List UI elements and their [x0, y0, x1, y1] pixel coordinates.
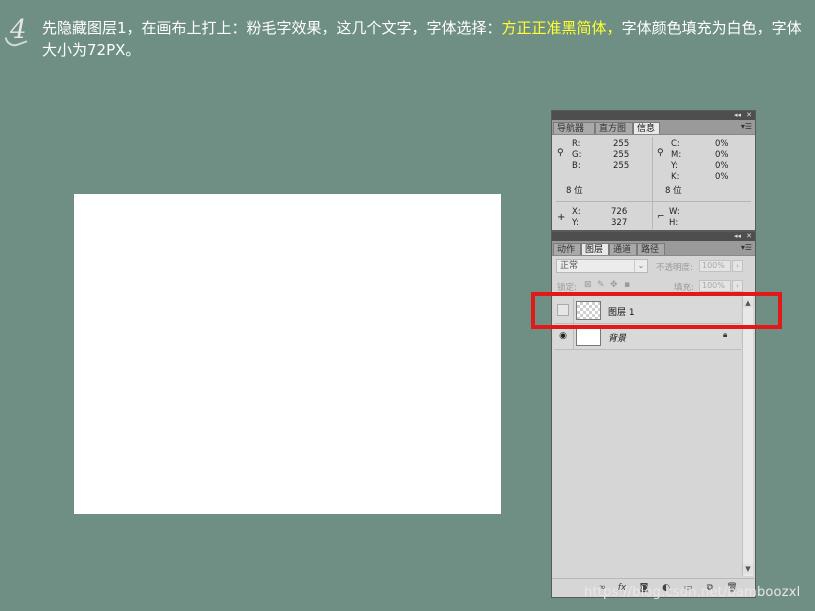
watermark: https://blog.csdn.net/bamboozxl: [584, 585, 801, 600]
selection-icon: ⌐: [657, 212, 665, 222]
panel-menu-icon[interactable]: ▾☰: [741, 122, 752, 131]
tab-paths[interactable]: 路径: [637, 243, 665, 255]
opacity-arrow-icon[interactable]: ›: [732, 260, 743, 272]
tab-channels[interactable]: 通道: [609, 243, 637, 255]
m-value: 0%: [715, 150, 729, 160]
layer-thumbnail: [576, 327, 601, 346]
bit-depth-left: 8 位: [566, 186, 583, 196]
lock-all-icon[interactable]: ▪: [624, 280, 630, 290]
close-icon[interactable]: ✕: [746, 111, 752, 120]
m-label: M:: [671, 150, 682, 160]
fill-field[interactable]: 100%: [699, 280, 731, 292]
lock-brush-icon[interactable]: ✎: [597, 280, 605, 290]
instruction-part1: 先隐藏图层1，在画布上打上：粉毛字效果，这几个文字，字体选择：: [42, 19, 502, 37]
tab-navigator[interactable]: 导航器: [553, 122, 595, 134]
opacity-field[interactable]: 100%: [699, 260, 731, 272]
eyedropper-icon: ⚲: [657, 148, 664, 158]
info-panel-tabs: 导航器 直方图 信息 ▾☰: [552, 120, 755, 135]
fill-value: 100%: [702, 281, 725, 290]
info-divider: [652, 137, 653, 205]
g-value: 255: [613, 150, 630, 160]
tab-histogram[interactable]: 直方图: [595, 122, 633, 134]
tab-layers[interactable]: 图层: [581, 243, 609, 255]
y-label: Y:: [671, 161, 678, 171]
info-separator: [556, 201, 751, 202]
k-label: K:: [671, 172, 680, 182]
chevron-down-icon: ⌄: [634, 260, 647, 272]
lock-icon: 🔒︎: [723, 330, 728, 339]
panel-menu-icon[interactable]: ▾☰: [741, 243, 752, 252]
eye-icon[interactable]: ◉: [557, 330, 569, 342]
info-panel: ◂◂ ✕ 导航器 直方图 信息 ▾☰ ⚲ R: 255 G: 255 B: 25…: [551, 110, 756, 231]
blend-mode-value: 正常: [560, 261, 579, 271]
lock-transparent-icon[interactable]: ⊠: [584, 280, 592, 290]
document-canvas[interactable]: [74, 194, 501, 514]
x-value: 726: [611, 207, 628, 217]
layer-name: 背景: [608, 334, 627, 344]
layers-panel-titlebar[interactable]: ◂◂ ✕: [552, 232, 755, 241]
x-label: X:: [572, 207, 581, 217]
instruction-text: 先隐藏图层1，在画布上打上：粉毛字效果，这几个文字，字体选择：方正正准黑简体，字…: [42, 17, 812, 61]
fill-arrow-icon[interactable]: ›: [732, 280, 743, 292]
info-divider: [652, 205, 653, 229]
instruction-highlight: 方正正准黑简体，: [501, 19, 622, 37]
opacity-value: 100%: [702, 261, 725, 270]
info-readout: ⚲ R: 255 G: 255 B: 255 8 位 ⚲ C: 0% M: 0%…: [552, 135, 755, 230]
scroll-down-icon[interactable]: ▼: [743, 564, 753, 574]
layers-scrollbar[interactable]: ▲ ▼: [742, 296, 753, 576]
opacity-label: 不透明度:: [656, 263, 693, 273]
r-value: 255: [613, 139, 630, 149]
c-value: 0%: [715, 139, 729, 149]
tab-info[interactable]: 信息: [633, 122, 660, 134]
eyedropper-icon: ⚲: [557, 148, 564, 158]
c-label: C:: [671, 139, 680, 149]
blend-mode-select[interactable]: 正常 ⌄: [556, 259, 648, 273]
r-label: R:: [572, 139, 581, 149]
b-value: 255: [613, 161, 630, 171]
info-panel-titlebar[interactable]: ◂◂ ✕: [552, 111, 755, 120]
y-value: 0%: [715, 161, 729, 171]
close-icon[interactable]: ✕: [746, 232, 752, 241]
crosshair-icon: +: [557, 212, 566, 223]
lock-move-icon[interactable]: ✥: [610, 280, 618, 290]
step-decoration: [4, 30, 28, 50]
h-label: H:: [669, 218, 679, 228]
w-label: W:: [669, 207, 680, 217]
collapse-icon[interactable]: ◂◂: [734, 111, 741, 120]
y-coord-label: Y:: [572, 218, 579, 228]
layers-panel: ◂◂ ✕ 动作 图层 通道 路径 ▾☰ 正常 ⌄ 不透明度: 100% › 锁定…: [551, 231, 756, 598]
y-coord-value: 327: [611, 218, 628, 228]
bit-depth-right: 8 位: [665, 186, 682, 196]
highlight-box: [531, 292, 782, 329]
k-value: 0%: [715, 172, 729, 182]
layers-panel-tabs: 动作 图层 通道 路径 ▾☰: [552, 241, 755, 256]
g-label: G:: [572, 150, 582, 160]
collapse-icon[interactable]: ◂◂: [734, 232, 741, 241]
tab-actions[interactable]: 动作: [553, 243, 581, 255]
b-label: B:: [572, 161, 581, 171]
